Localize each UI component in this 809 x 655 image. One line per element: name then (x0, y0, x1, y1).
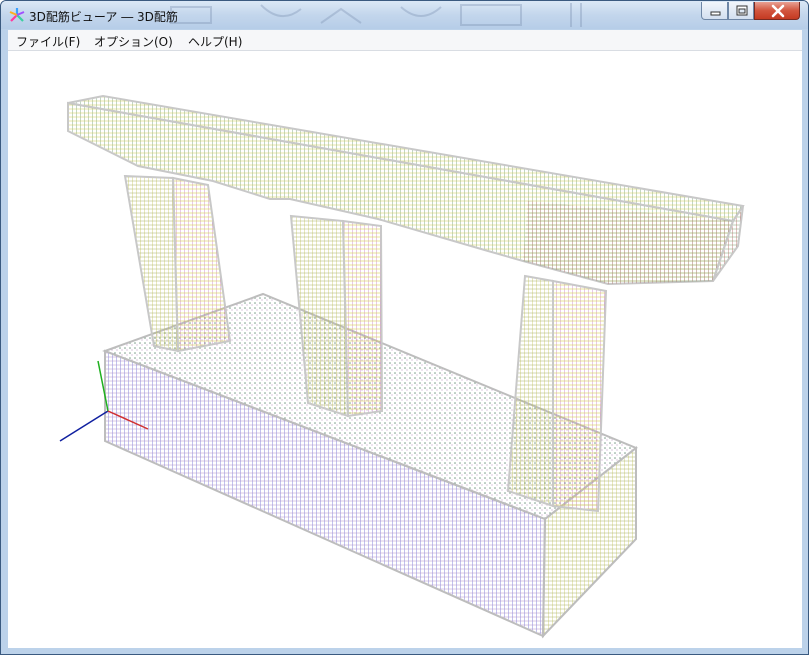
menu-options[interactable]: オプション(O) (94, 33, 173, 50)
menu-bar: ファイル(F) オプション(O) ヘルプ(H) (8, 30, 802, 51)
app-window: 3D配筋ビューア ― 3D配筋 ファイル(F) オプション(O) ヘルプ(H) (0, 0, 809, 655)
title-bar[interactable]: 3D配筋ビューア ― 3D配筋 (1, 1, 808, 29)
menu-file[interactable]: ファイル(F) (16, 33, 80, 50)
column-left (123, 174, 232, 353)
maximize-button[interactable] (728, 2, 754, 20)
title-bar-background-decoration (170, 3, 582, 27)
maximize-icon (736, 5, 748, 16)
close-button[interactable] (754, 2, 800, 20)
3d-viewport[interactable] (8, 51, 802, 648)
window-title: 3D配筋ビューア ― 3D配筋 (29, 10, 178, 24)
column-right (506, 274, 608, 513)
close-icon (771, 4, 785, 18)
minimize-icon (710, 11, 721, 16)
rebar-app-icon[interactable] (9, 7, 25, 23)
minimize-button[interactable] (701, 2, 728, 20)
z-axis (59, 410, 109, 442)
rebar-3d-model (59, 94, 745, 639)
menu-help[interactable]: ヘルプ(H) (188, 33, 242, 50)
